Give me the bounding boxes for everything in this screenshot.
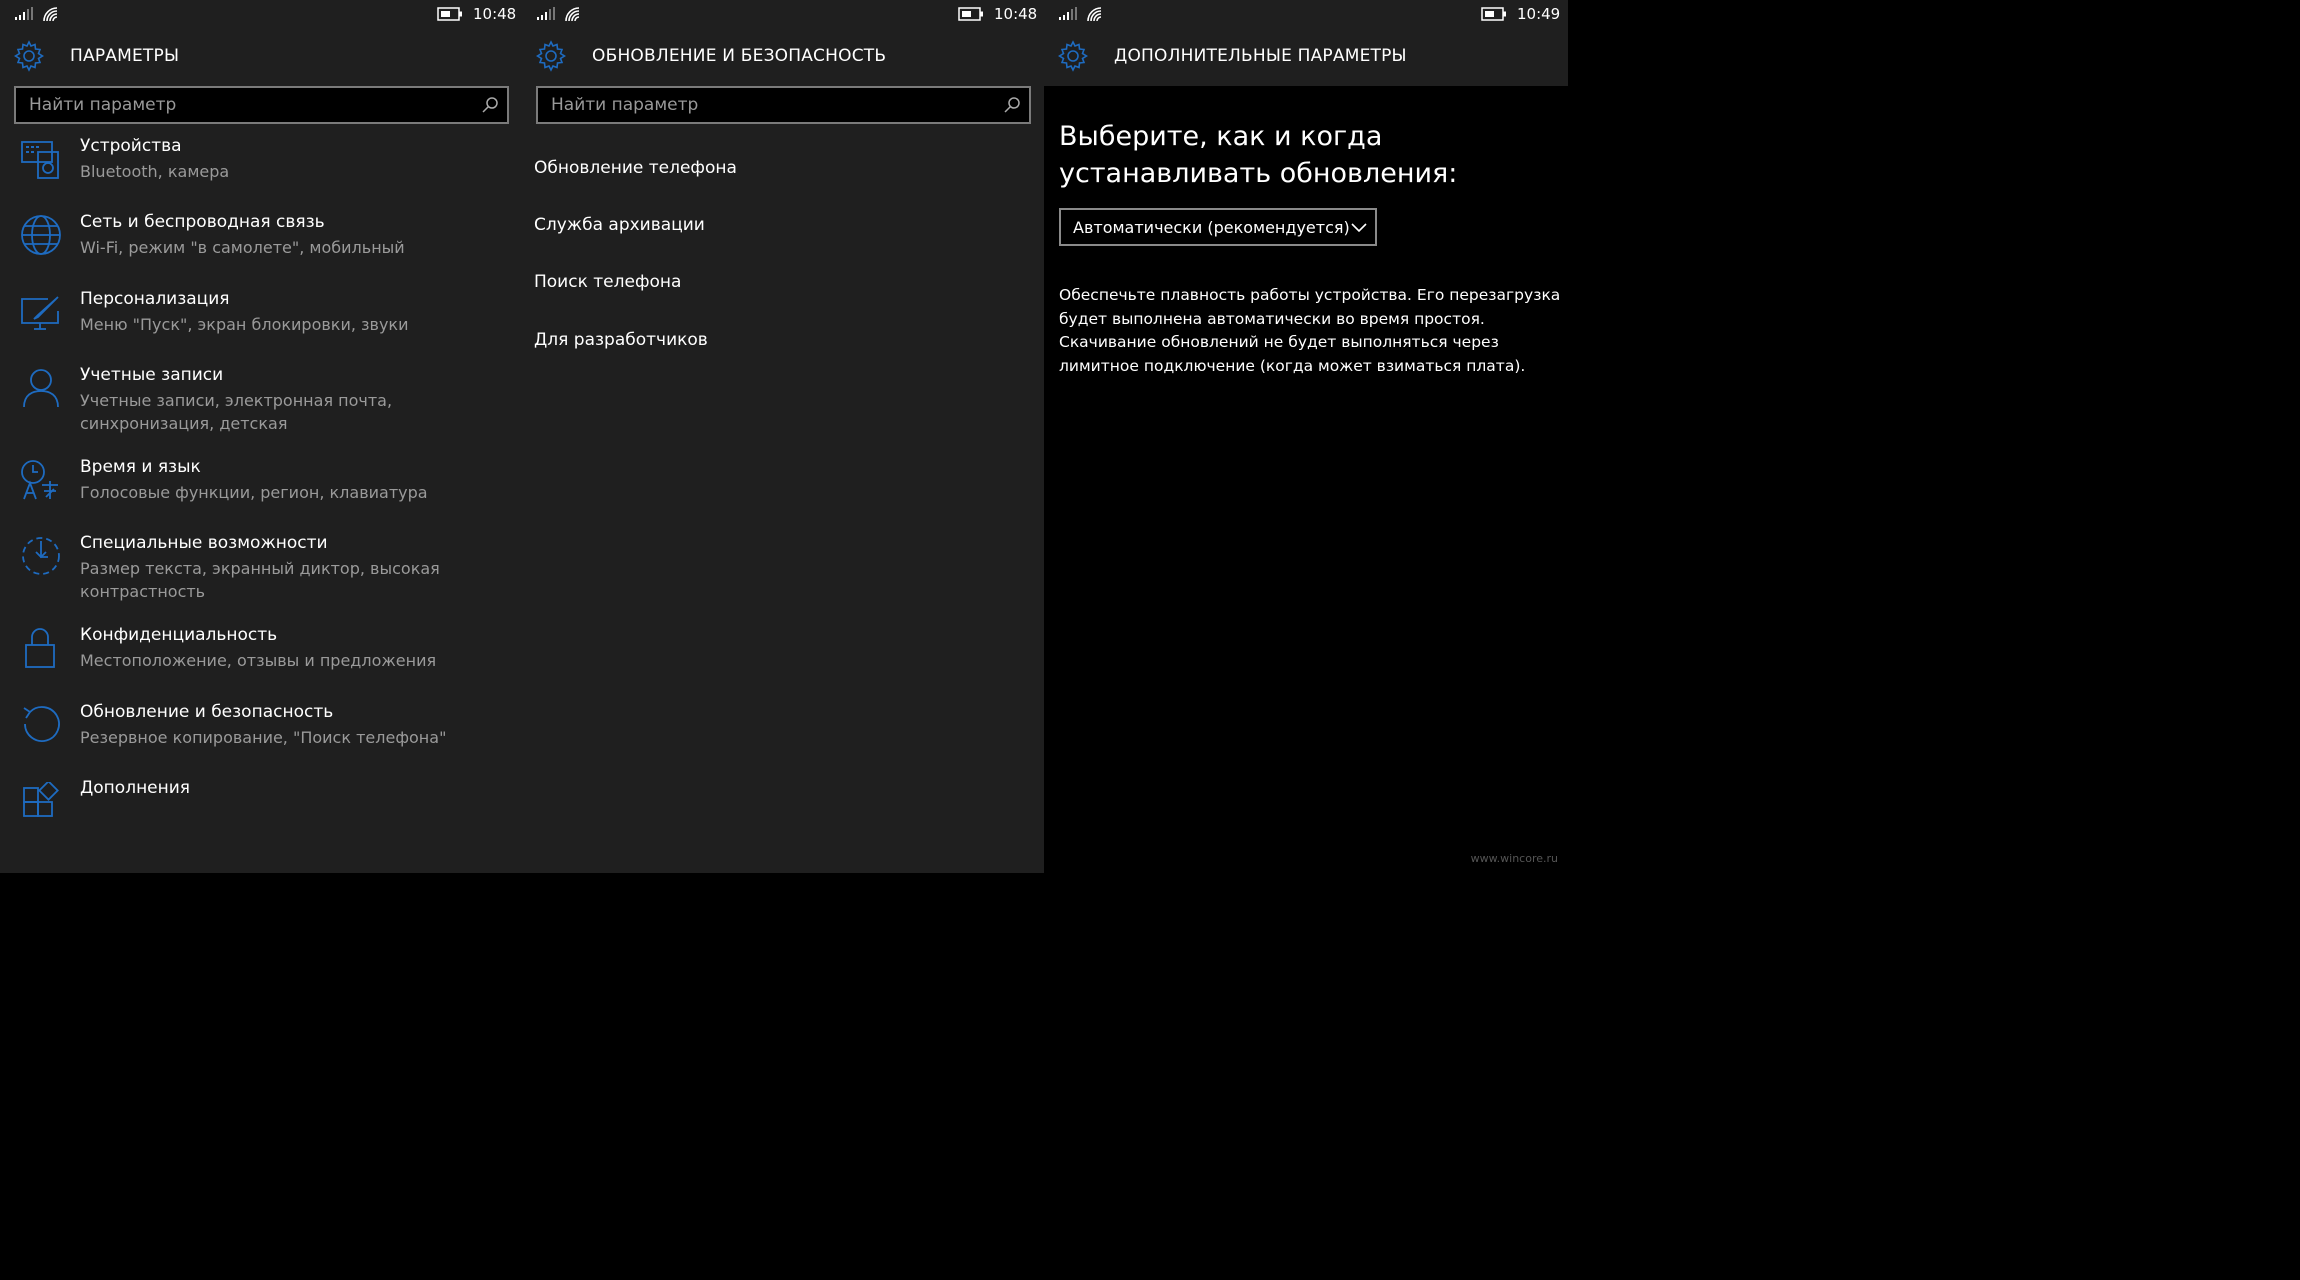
clock: 10:48 [473, 5, 517, 23]
link-phone-update[interactable]: Обновление телефона [534, 158, 737, 178]
item-title: Персонализация [80, 289, 230, 309]
accessibility-icon [22, 537, 60, 575]
search-input[interactable]: Найти параметр [536, 86, 1031, 124]
time-language-icon [21, 460, 58, 500]
settings-item-update-security[interactable]: Обновление и безопасность Резервное копи… [0, 702, 522, 762]
item-title: Обновление и безопасность [80, 702, 334, 722]
wifi-icon [565, 7, 580, 22]
search-icon[interactable] [481, 96, 499, 114]
search-icon[interactable] [1003, 96, 1021, 114]
link-for-developers[interactable]: Для разработчиков [534, 330, 708, 350]
search-placeholder: Найти параметр [551, 95, 699, 115]
section-heading: Выберите, как и когда устанавливать обно… [1059, 121, 1458, 189]
item-subtitle: Местоположение, отзывы и предложения [80, 651, 437, 670]
item-title: Сеть и беспроводная связь [80, 212, 325, 232]
settings-item-accounts[interactable]: Учетные записи Учетные записи, электронн… [0, 365, 522, 445]
gear-icon [13, 40, 45, 72]
signal-icon [1059, 7, 1077, 20]
page-title: ОБНОВЛЕНИЕ И БЕЗОПАСНОСТЬ [592, 46, 887, 66]
clock: 10:49 [1517, 5, 1561, 23]
globe-icon [21, 215, 61, 255]
description-text: Обеспечьте плавность работы устройства. … [1059, 286, 1561, 375]
settings-item-extras[interactable]: Дополнения [0, 778, 522, 828]
item-title: Учетные записи [80, 365, 224, 385]
signal-icon [537, 7, 555, 20]
settings-item-time-language[interactable]: Время и язык Голосовые функции, регион, … [0, 457, 522, 517]
link-backup-service[interactable]: Служба архивации [534, 215, 705, 235]
item-subtitle: Wi-Fi, режим "в самолете", мобильный [80, 238, 405, 257]
extras-icon [23, 782, 59, 817]
settings-item-personalization[interactable]: Персонализация Меню "Пуск", экран блокир… [0, 289, 522, 349]
item-subtitle: Резервное копирование, "Поиск телефона" [80, 728, 447, 747]
status-bar: 10:48 [522, 0, 1044, 30]
item-subtitle: Меню "Пуск", экран блокировки, звуки [80, 315, 409, 334]
clock: 10:48 [994, 5, 1038, 23]
settings-item-devices[interactable]: Устройства Bluetooth, камера [0, 136, 522, 196]
person-icon [23, 369, 59, 408]
settings-item-network[interactable]: Сеть и беспроводная связь Wi-Fi, режим "… [0, 212, 522, 272]
signal-icon [15, 7, 33, 20]
settings-item-accessibility[interactable]: Специальные возможности Размер текста, э… [0, 533, 522, 613]
personalization-icon [21, 296, 59, 330]
status-bar: 10:48 [0, 0, 522, 30]
settings-screen: 10:48 ПАРАМЕТРЫ Найти параметр Устройств… [0, 0, 522, 873]
update-icon [23, 706, 60, 742]
status-bar: 10:49 [1044, 0, 1568, 30]
page-title: ДОПОЛНИТЕЛЬНЫЕ ПАРАМЕТРЫ [1114, 46, 1407, 66]
item-title: Дополнения [80, 778, 191, 798]
item-subtitle: Размер текста, экранный диктор, высокая … [80, 559, 440, 601]
page-header: ДОПОЛНИТЕЛЬНЫЕ ПАРАМЕТРЫ [1044, 40, 1568, 76]
lock-icon [25, 628, 55, 668]
update-mode-dropdown[interactable]: Автоматически (рекомендуется) [1059, 208, 1377, 246]
wifi-icon [43, 7, 58, 22]
update-security-screen: 10:48 ОБНОВЛЕНИЕ И БЕЗОПАСНОСТЬ Найти па… [522, 0, 1044, 873]
search-placeholder: Найти параметр [29, 95, 177, 115]
battery-icon [958, 7, 983, 21]
gear-icon [535, 40, 567, 72]
watermark: www.wincore.ru [1470, 852, 1558, 865]
item-title: Специальные возможности [80, 533, 328, 553]
devices-icon [21, 141, 59, 179]
item-title: Время и язык [80, 457, 201, 477]
gear-icon [1057, 40, 1089, 72]
dropdown-value: Автоматически (рекомендуется) [1073, 218, 1350, 237]
item-subtitle: Учетные записи, электронная почта, синхр… [80, 391, 393, 433]
page-title: ПАРАМЕТРЫ [70, 46, 180, 66]
battery-icon [437, 7, 462, 21]
advanced-options-screen: 10:49 ДОПОЛНИТЕЛЬНЫЕ ПАРАМЕТРЫ Выберите,… [1044, 0, 1568, 873]
battery-icon [1481, 7, 1506, 21]
page-header: ПАРАМЕТРЫ [0, 40, 522, 76]
search-input[interactable]: Найти параметр [14, 86, 509, 124]
page-header: ОБНОВЛЕНИЕ И БЕЗОПАСНОСТЬ [522, 40, 1044, 76]
settings-item-privacy[interactable]: Конфиденциальность Местоположение, отзыв… [0, 625, 522, 685]
item-title: Устройства [80, 136, 182, 156]
wifi-icon [1087, 7, 1102, 22]
item-subtitle: Bluetooth, камера [80, 162, 230, 181]
chevron-down-icon [1351, 223, 1367, 233]
item-subtitle: Голосовые функции, регион, клавиатура [80, 483, 428, 502]
item-title: Конфиденциальность [80, 625, 278, 645]
link-find-phone[interactable]: Поиск телефона [534, 272, 681, 292]
